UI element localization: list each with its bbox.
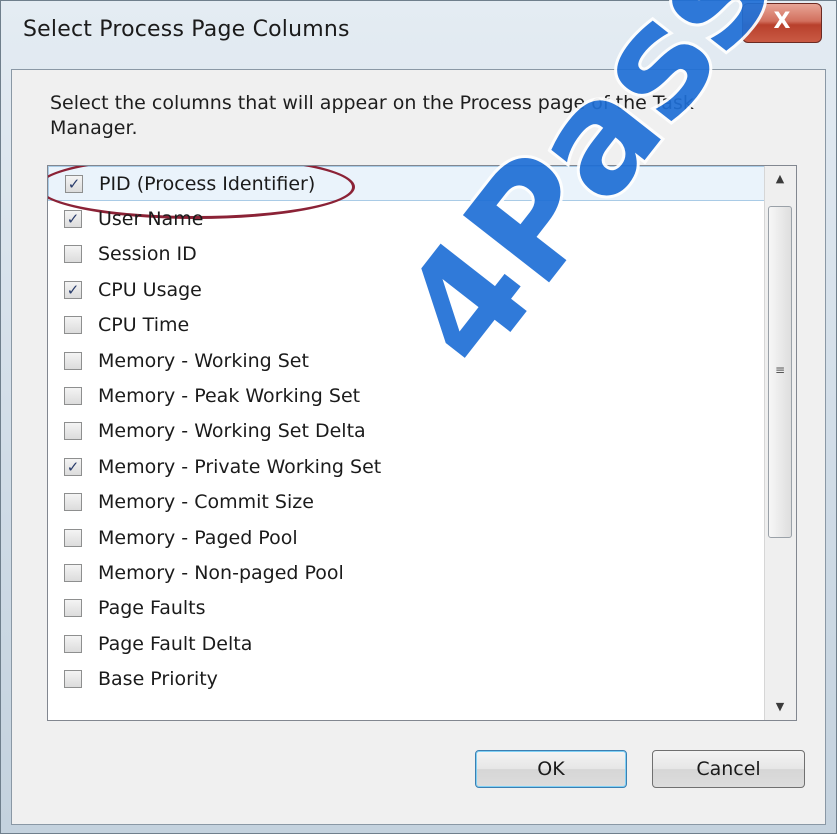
column-option-label: Page Fault Delta — [98, 632, 253, 655]
column-option-label: Memory - Commit Size — [98, 491, 314, 514]
column-option-row[interactable]: Page Fault Delta — [48, 626, 766, 661]
checkbox-checked[interactable]: ✓ — [65, 174, 83, 193]
column-option-row[interactable]: Page Faults — [48, 591, 766, 626]
checkbox-unchecked[interactable] — [64, 634, 82, 653]
column-option-label: Memory - Working Set — [98, 349, 309, 372]
column-option-label: Base Priority — [98, 668, 218, 691]
column-option-row[interactable]: Memory - Non-paged Pool — [48, 555, 766, 590]
column-option-row[interactable]: Memory - Paged Pool — [48, 520, 766, 555]
checkbox-checked[interactable]: ✓ — [64, 457, 82, 476]
grip-icon: ≡ — [775, 363, 786, 377]
checkbox-unchecked[interactable] — [64, 422, 82, 441]
column-option-row[interactable]: Base Priority — [48, 661, 766, 696]
checkbox-checked[interactable]: ✓ — [64, 210, 82, 229]
scroll-down-button[interactable]: ▼ — [768, 696, 792, 718]
dialog-title: Select Process Page Columns — [23, 17, 350, 42]
cancel-button[interactable]: Cancel — [652, 750, 805, 788]
column-option-label: CPU Time — [98, 314, 190, 337]
column-option-label: Memory - Private Working Set — [98, 455, 382, 478]
column-option-label: CPU Usage — [98, 278, 202, 301]
column-option-label: Memory - Working Set Delta — [98, 420, 366, 443]
checkbox-unchecked[interactable] — [64, 528, 82, 547]
checkbox-unchecked[interactable] — [64, 387, 82, 406]
column-option-row[interactable]: ✓ User Name — [48, 201, 766, 236]
scroll-up-button[interactable]: ▲ — [768, 168, 792, 190]
checkbox-unchecked[interactable] — [64, 563, 82, 582]
column-option-label: Memory - Peak Working Set — [98, 385, 361, 408]
column-option-label: Session ID — [98, 243, 197, 266]
column-option-row[interactable]: Memory - Working Set Delta — [48, 414, 766, 449]
column-option-label: Memory - Paged Pool — [98, 526, 298, 549]
column-option-label: PID (Process Identifier) — [99, 172, 316, 195]
checkbox-checked[interactable]: ✓ — [64, 280, 82, 299]
vertical-scrollbar[interactable]: ▲ ≡ ▼ — [764, 166, 796, 720]
column-option-row[interactable]: ✓ Memory - Private Working Set — [48, 449, 766, 484]
checkbox-unchecked[interactable] — [64, 351, 82, 370]
checkbox-unchecked[interactable] — [64, 245, 82, 264]
column-option-row[interactable]: Memory - Working Set — [48, 343, 766, 378]
column-option-row[interactable]: Memory - Commit Size — [48, 485, 766, 520]
ok-button[interactable]: OK — [475, 750, 627, 788]
dialog-content: Select the columns that will appear on t… — [11, 69, 826, 825]
column-option-label: Page Faults — [98, 597, 206, 620]
scroll-thumb[interactable]: ≡ — [768, 206, 792, 538]
column-option-label: User Name — [98, 208, 204, 231]
dialog-window: Select Process Page Columns X Select the… — [0, 0, 837, 834]
column-option-row[interactable]: Memory - Peak Working Set — [48, 378, 766, 413]
column-option-label: Memory - Non-paged Pool — [98, 561, 344, 584]
checkbox-unchecked[interactable] — [64, 493, 82, 512]
checkbox-unchecked[interactable] — [64, 599, 82, 618]
checkbox-unchecked[interactable] — [64, 316, 82, 335]
checkbox-unchecked[interactable] — [64, 670, 82, 689]
